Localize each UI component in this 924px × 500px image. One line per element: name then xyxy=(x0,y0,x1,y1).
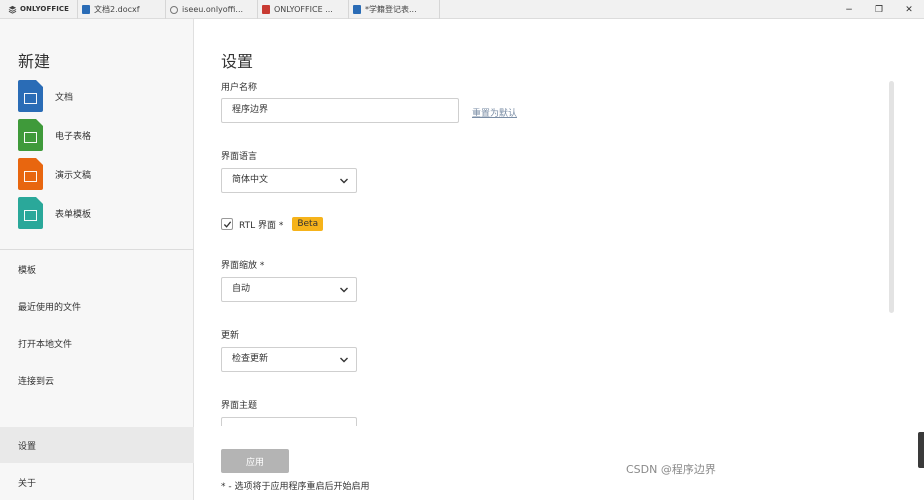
document-file-icon xyxy=(18,80,43,112)
new-item-label: 文档 xyxy=(55,92,74,103)
tab-document-1[interactable]: 文档2.docxf xyxy=(77,0,165,19)
window-controls: − ❐ ✕ xyxy=(834,0,924,18)
new-section-title: 新建 xyxy=(18,52,51,71)
sidebar-divider xyxy=(0,249,194,250)
new-item-label: 电子表格 xyxy=(55,131,92,142)
restart-footnote: * - 选项将于应用程序重启后开始启用 xyxy=(221,482,370,492)
chevron-down-icon xyxy=(340,178,348,184)
rtl-option: RTL 界面 * Beta xyxy=(221,217,324,231)
minimize-icon[interactable]: − xyxy=(834,0,864,19)
tab-web-page[interactable]: iseeu.onlyoffi... xyxy=(165,0,257,19)
language-label: 界面语言 xyxy=(221,152,258,162)
new-item-label: 表单模板 xyxy=(55,209,92,220)
sidebar-item-open-local-file[interactable]: 打开本地文件 xyxy=(0,325,194,361)
tab-pdf[interactable]: ONLYOFFICE ... xyxy=(257,0,348,19)
language-value: 简体中文 xyxy=(232,175,269,185)
chevron-down-icon xyxy=(340,287,348,293)
presentation-file-icon xyxy=(18,158,43,190)
spreadsheet-file-icon xyxy=(18,119,43,151)
sidebar-item-connect-cloud[interactable]: 连接到云 xyxy=(0,362,194,398)
zoom-select[interactable]: 自动 xyxy=(221,277,357,302)
edge-handle-icon xyxy=(918,432,924,468)
maximize-icon[interactable]: ❐ xyxy=(864,0,894,19)
apply-button[interactable]: 应用 xyxy=(221,449,289,473)
tab-label: *学籍登记表... xyxy=(365,5,417,14)
sidebar-item-recent-files[interactable]: 最近使用的文件 xyxy=(0,288,194,324)
page-title: 设置 xyxy=(221,52,254,71)
theme-label: 界面主题 xyxy=(221,401,258,411)
close-icon[interactable]: ✕ xyxy=(894,0,924,19)
zoom-value: 自动 xyxy=(232,284,251,294)
new-presentation-item[interactable]: 演示文稿 xyxy=(18,158,91,190)
desktop-editors-window: ONLYOFFICE 文档2.docxf iseeu.onlyoffi... O… xyxy=(0,0,924,500)
username-input[interactable]: 程序边界 xyxy=(221,98,459,123)
tab-label: 文档2.docxf xyxy=(94,5,140,14)
pdf-icon xyxy=(262,5,270,14)
reset-to-default-link[interactable]: 重置为默认 xyxy=(472,106,517,119)
rtl-checkbox[interactable] xyxy=(221,218,233,230)
app-logo[interactable]: ONLYOFFICE xyxy=(0,0,77,18)
chevron-down-icon xyxy=(340,357,348,363)
language-select[interactable]: 简体中文 xyxy=(221,168,357,193)
new-document-item[interactable]: 文档 xyxy=(18,80,73,112)
checkmark-icon xyxy=(223,221,232,228)
document-icon xyxy=(353,5,361,14)
update-select[interactable]: 检查更新 xyxy=(221,347,357,372)
zoom-label: 界面缩放 * xyxy=(221,261,265,271)
scrollbar[interactable] xyxy=(889,81,894,313)
update-value: 检查更新 xyxy=(232,354,269,364)
new-spreadsheet-item[interactable]: 电子表格 xyxy=(18,119,91,151)
globe-icon xyxy=(170,5,178,14)
form-template-file-icon xyxy=(18,197,43,229)
new-item-label: 演示文稿 xyxy=(55,170,92,181)
rtl-label: RTL 界面 * xyxy=(239,220,284,231)
app-logo-text: ONLYOFFICE xyxy=(20,5,70,13)
beta-badge: Beta xyxy=(292,217,324,231)
onlyoffice-logo-icon xyxy=(8,5,17,14)
watermark: CSDN @程序边界 xyxy=(626,463,716,476)
sidebar-item-about[interactable]: 关于 xyxy=(0,464,194,500)
sidebar: 新建 文档 电子表格 演示文稿 表单模板 模板 最近使用的文件 打开本地文件 连… xyxy=(0,19,194,500)
tab-label: ONLYOFFICE ... xyxy=(274,5,333,14)
theme-select[interactable] xyxy=(221,417,357,426)
document-icon xyxy=(82,5,90,14)
update-label: 更新 xyxy=(221,331,240,341)
settings-panel: 设置 用户名称 程序边界 重置为默认 界面语言 简体中文 RTL 界面 * Be… xyxy=(195,19,924,500)
sidebar-item-settings[interactable]: 设置 xyxy=(0,427,194,463)
tab-bar: ONLYOFFICE 文档2.docxf iseeu.onlyoffi... O… xyxy=(0,0,924,19)
tab-label: iseeu.onlyoffi... xyxy=(182,5,244,14)
new-form-template-item[interactable]: 表单模板 xyxy=(18,197,91,229)
sidebar-item-templates[interactable]: 模板 xyxy=(0,251,194,287)
username-label: 用户名称 xyxy=(221,83,258,93)
tab-document-2[interactable]: *学籍登记表... xyxy=(348,0,440,19)
